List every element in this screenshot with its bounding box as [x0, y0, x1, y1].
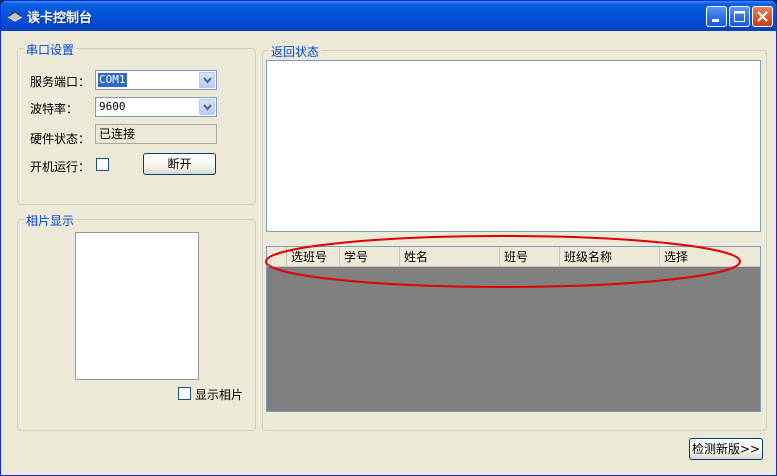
- baud-label: 波特率：: [30, 102, 79, 116]
- port-dropdown-button[interactable]: [199, 72, 215, 88]
- column-header-name[interactable]: 姓名: [400, 247, 500, 267]
- check-update-button[interactable]: 检测新版>>: [689, 438, 763, 460]
- title-bar[interactable]: 读卡控制台: [1, 1, 776, 31]
- maximize-button[interactable]: [729, 6, 750, 27]
- baud-dropdown-button[interactable]: [199, 99, 215, 115]
- return-status-legend: 返回状态: [269, 43, 322, 60]
- column-header-select[interactable]: 选择: [660, 247, 760, 267]
- minimize-button[interactable]: [706, 6, 727, 27]
- main-window: 读卡控制台 串口设置 服务端口： COM1 波特率： 9600 硬件状态： 已连…: [0, 0, 777, 476]
- column-header-class-name[interactable]: 班级名称: [560, 247, 660, 267]
- close-icon: [757, 11, 768, 22]
- column-header-student-id[interactable]: 学号: [340, 247, 400, 267]
- show-photo-checkbox[interactable]: [178, 387, 191, 400]
- port-select-value: COM1: [98, 73, 127, 87]
- disconnect-button[interactable]: 断开: [143, 153, 216, 175]
- maximize-icon: [734, 11, 745, 22]
- serial-settings-legend: 串口设置: [24, 41, 77, 58]
- port-select[interactable]: COM1: [95, 70, 217, 90]
- chevron-down-icon: [203, 104, 212, 111]
- chevron-down-icon: [203, 77, 212, 84]
- hardware-status-label: 硬件状态：: [30, 132, 91, 146]
- app-icon: [7, 11, 23, 22]
- status-output-textarea[interactable]: [266, 60, 761, 232]
- photo-preview: [75, 232, 199, 380]
- column-header-class-no[interactable]: 班号: [500, 247, 560, 267]
- show-photo-label: 显示相片: [195, 388, 244, 402]
- autorun-label: 开机运行：: [30, 160, 91, 174]
- window-title: 读卡控制台: [27, 11, 93, 26]
- baud-select[interactable]: 9600: [95, 97, 217, 117]
- port-label: 服务端口：: [30, 75, 91, 89]
- autorun-checkbox[interactable]: [96, 158, 109, 171]
- photo-display-legend: 相片显示: [24, 212, 77, 229]
- close-button[interactable]: [752, 6, 773, 27]
- hardware-status-value: 已连接: [95, 124, 217, 144]
- student-grid-header: 选班号 学号 姓名 班号 班级名称 选择: [267, 247, 760, 267]
- baud-select-value: 9600: [99, 100, 126, 113]
- minimize-icon: [712, 19, 719, 22]
- column-header-class-select-no[interactable]: 选班号: [287, 247, 340, 267]
- student-grid[interactable]: 选班号 学号 姓名 班号 班级名称 选择: [266, 246, 761, 412]
- row-header-cell: [267, 247, 287, 267]
